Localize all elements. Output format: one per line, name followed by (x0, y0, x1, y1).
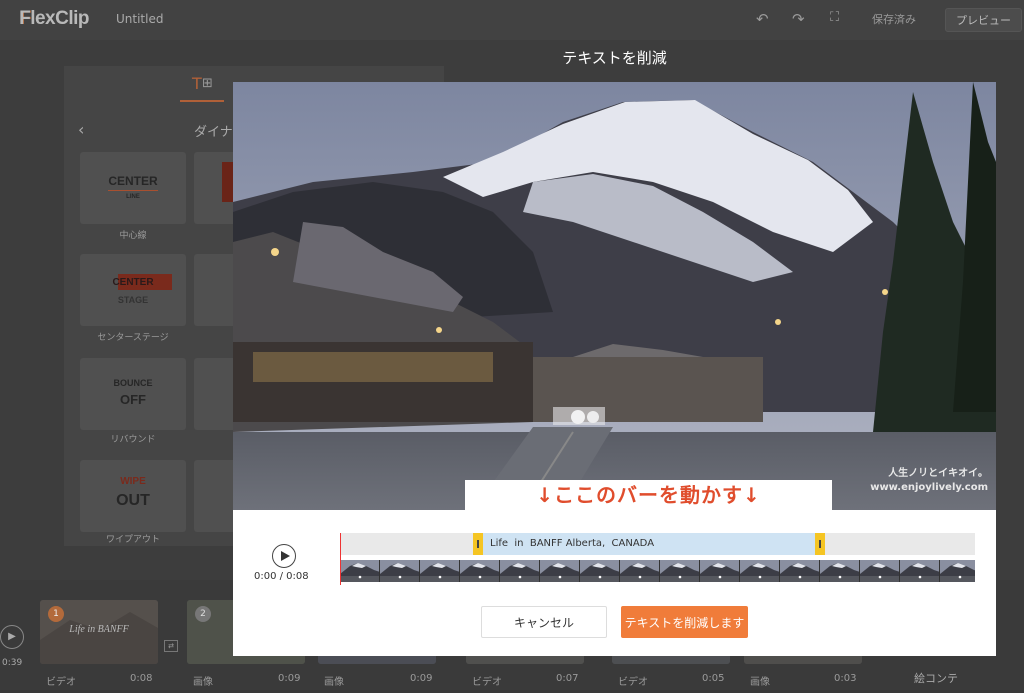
clip-number-badge: 1 (48, 606, 64, 622)
cancel-button[interactable]: キャンセル (481, 606, 607, 638)
range-start-handle[interactable] (473, 533, 483, 555)
panel-title: ダイナ (194, 125, 233, 140)
range-end-handle[interactable] (815, 533, 825, 555)
template-line1: WIPE (120, 476, 146, 487)
range-text-label: Life in BANFF Alberta, CANADA (490, 538, 655, 549)
video-preview: 人生ノリとイキオイ。 www.enjoylively.com ↓ここのバーを動か… (233, 82, 996, 510)
playback-time: 0:00 / 0:08 (254, 571, 309, 582)
template-line2: STAGE (117, 295, 149, 305)
template-line2: OUT (116, 492, 150, 509)
flexclip-logo[interactable]: FFlexClip (19, 8, 90, 30)
text-tab-icon[interactable]: T (192, 74, 202, 93)
video-watermark: 人生ノリとイキオイ。 www.enjoylively.com (870, 467, 988, 495)
template-card[interactable]: CENTER STAGE (80, 254, 186, 326)
clip-duration: 0:08 (130, 673, 153, 684)
template-name: センターステージ (97, 333, 169, 343)
template-name: 中心線 (119, 231, 147, 241)
trim-text-confirm-button[interactable]: テキストを削減します (621, 606, 748, 638)
template-line2: LINE (126, 194, 140, 200)
template-line1: CENTER (108, 174, 158, 188)
video-frame (233, 82, 996, 510)
trim-text-dialog: 人生ノリとイキオイ。 www.enjoylively.com ↓ここのバーを動か… (233, 82, 996, 656)
back-chevron-icon[interactable]: ‹ (78, 120, 84, 139)
active-tab-indicator (180, 100, 224, 102)
instruction-annotation: ↓ここのバーを動かす↓ (465, 480, 832, 510)
clip-type: 画像 (193, 677, 213, 688)
storyboard-button[interactable]: 絵コンテ (914, 670, 958, 686)
template-card[interactable]: CENTER LINE (80, 152, 186, 224)
layout-tab-icon[interactable]: ⊞ (202, 76, 213, 91)
template-rule (108, 190, 158, 191)
clip-duration: 0:09 (410, 673, 433, 684)
clip-type: 画像 (750, 677, 770, 688)
clip-type: ビデオ (618, 677, 648, 688)
clip-type: ビデオ (46, 677, 76, 688)
clip-duration: 0:03 (834, 673, 857, 684)
play-icon[interactable] (272, 544, 296, 568)
timeline-clip[interactable]: 1 Life in BANFF (40, 600, 158, 664)
clip-duration: 0:09 (278, 673, 301, 684)
watermark-line2: www.enjoylively.com (870, 482, 988, 493)
clip-number-badge: 2 (195, 606, 211, 622)
template-line1: CENTER (112, 277, 154, 288)
clip-type: ビデオ (472, 677, 502, 688)
document-title[interactable]: Untitled (116, 12, 163, 26)
redo-icon[interactable]: ↷ (792, 10, 805, 28)
timeline-total-time: 0:39 (2, 658, 23, 668)
modal-title: テキストを削減 (562, 49, 667, 67)
timeline-play-icon[interactable]: ▶ (0, 625, 24, 649)
thumbnail-strip-graphic (340, 560, 975, 582)
template-line1: BOUNCE (113, 378, 153, 388)
template-name: ワイプアウト (105, 535, 160, 545)
clip-type: 画像 (324, 677, 344, 688)
saved-status: 保存済み (872, 13, 916, 26)
transition-icon[interactable]: ⇄ (164, 640, 178, 652)
playhead-marker[interactable] (340, 533, 341, 585)
template-card[interactable]: WIPE OUT (80, 460, 186, 532)
template-line2: OFF (120, 392, 146, 407)
clip-caption: Life in BANFF (69, 624, 129, 635)
template-name: リバウンド (110, 435, 156, 445)
undo-icon[interactable]: ↶ (756, 10, 769, 28)
fullscreen-icon[interactable]: ⛶ (830, 10, 839, 25)
watermark-line1: 人生ノリとイキオイ。 (888, 468, 988, 479)
preview-button[interactable]: プレビュー (945, 8, 1022, 32)
clip-duration: 0:07 (556, 673, 579, 684)
video-thumbnail-strip[interactable] (340, 560, 975, 582)
clip-duration: 0:05 (702, 673, 725, 684)
template-card[interactable]: BOUNCE OFF (80, 358, 186, 430)
logo-text: FlexClip (19, 8, 90, 29)
top-bar: FFlexClip Untitled ↶ ↷ ⛶ 保存済み プレビュー (0, 0, 1024, 40)
